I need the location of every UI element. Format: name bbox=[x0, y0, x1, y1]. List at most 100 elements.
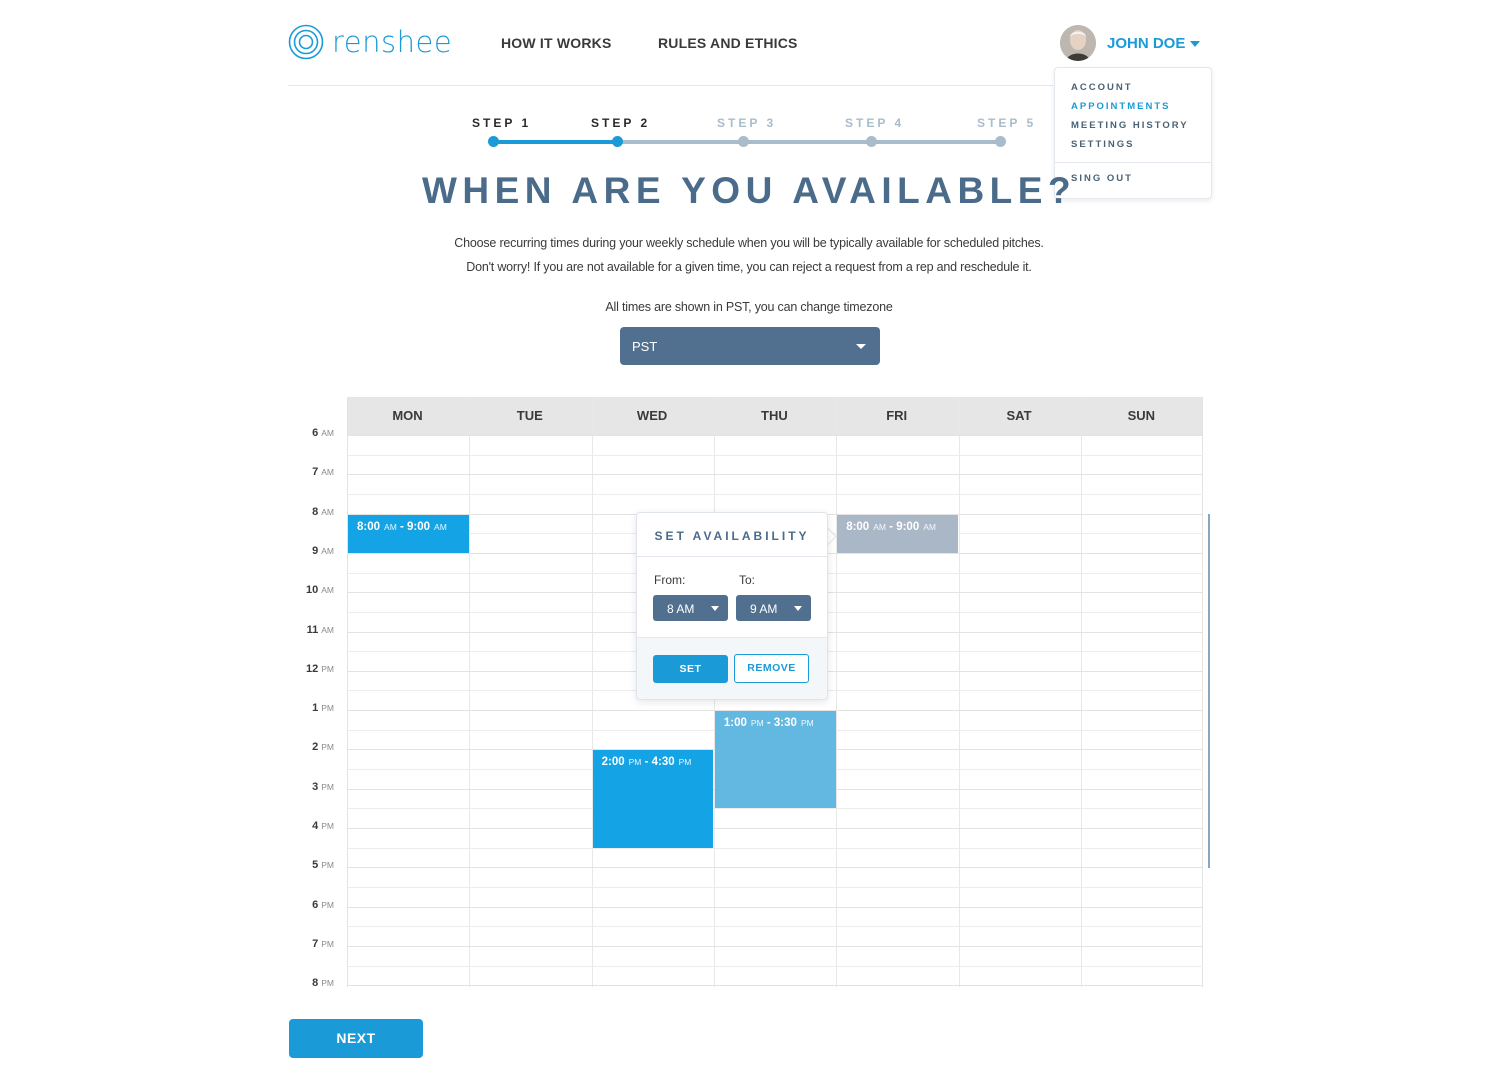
hour-label: 9 AM bbox=[294, 545, 334, 557]
hour-label: 8 AM bbox=[294, 506, 334, 518]
to-value: 9 AM bbox=[750, 602, 778, 616]
availability-block-thu[interactable]: 1:00 PM - 3:30 PM bbox=[714, 711, 836, 809]
to-select[interactable]: 9 AM bbox=[736, 595, 811, 621]
grid-row-line bbox=[347, 454, 1203, 456]
set-button[interactable]: SET bbox=[653, 655, 728, 683]
to-label: To: bbox=[739, 573, 756, 587]
hour-number: 6 bbox=[312, 427, 319, 439]
event-start: 2:00 bbox=[601, 756, 625, 769]
user-name[interactable]: JOHN DOE bbox=[1107, 35, 1185, 52]
event-end: 3:30 bbox=[773, 717, 797, 730]
hour-number: 4 bbox=[312, 820, 319, 832]
step-5-label: STEP 5 bbox=[977, 116, 1037, 130]
hour-number: 9 bbox=[312, 544, 319, 557]
nav-rules-and-ethics[interactable]: RULES AND ETHICS bbox=[658, 35, 798, 51]
menu-item-account[interactable]: ACCOUNT bbox=[1071, 82, 1133, 93]
avatar[interactable] bbox=[1060, 25, 1096, 61]
popover-divider bbox=[637, 556, 827, 557]
hour-number: 11 bbox=[306, 623, 319, 636]
event-start: 8:00 bbox=[846, 520, 870, 533]
hour-label: 12 PM bbox=[294, 663, 334, 675]
hour-number: 1 bbox=[312, 702, 319, 715]
menu-item-appointments[interactable]: APPOINTMENTS bbox=[1071, 101, 1170, 112]
event-end-period: PM bbox=[678, 757, 692, 768]
from-label: From: bbox=[654, 573, 686, 587]
event-end: 4:30 bbox=[651, 756, 675, 769]
popover-footer: SET REMOVE bbox=[637, 637, 827, 699]
grid-row-line bbox=[347, 828, 1203, 829]
grid-row-line bbox=[347, 493, 1203, 495]
hour-label: 2 PM bbox=[294, 741, 334, 753]
grid-column-line bbox=[1202, 397, 1203, 987]
availability-time: 8:00 AM - 9:00 AM bbox=[357, 521, 447, 533]
availability-block-mon[interactable]: 8:00 AM - 9:00 AM bbox=[348, 514, 469, 553]
from-select[interactable]: 8 AM bbox=[653, 595, 728, 621]
hour-period: PM bbox=[321, 860, 334, 871]
set-availability-popover: SET AVAILABILITY From: To: 8 AM 9 AM SET… bbox=[636, 512, 828, 700]
grid-column-line bbox=[836, 397, 838, 987]
grid-row-line bbox=[347, 945, 1203, 947]
availability-block-wed[interactable]: 2:00 PM - 4:30 PM bbox=[592, 750, 714, 848]
grid-row-line bbox=[347, 926, 1203, 928]
grid-column-line bbox=[958, 397, 960, 987]
day-header-mon: MON bbox=[392, 408, 423, 423]
calendar-header: MON TUE WED THU FRI SAT SUN bbox=[347, 397, 1203, 435]
event-start-period: AM bbox=[873, 521, 886, 532]
chevron-down-icon bbox=[856, 344, 866, 349]
logo-rings-icon bbox=[288, 24, 324, 60]
grid-row-line bbox=[347, 906, 1203, 908]
event-start-period: AM bbox=[384, 521, 397, 532]
menu-item-meeting-history[interactable]: MEETING HISTORY bbox=[1071, 120, 1189, 131]
chevron-down-icon[interactable] bbox=[1190, 41, 1200, 47]
hour-label: 3 PM bbox=[294, 781, 334, 793]
grid-row-line bbox=[347, 886, 1203, 888]
step-4-dot bbox=[866, 136, 877, 147]
hour-label: 6 AM bbox=[294, 427, 334, 439]
hour-period: PM bbox=[321, 781, 334, 792]
description-line-1: Choose recurring times during your weekl… bbox=[454, 236, 1044, 250]
step-2-label: STEP 2 bbox=[591, 116, 651, 130]
chevron-down-icon bbox=[711, 606, 719, 611]
header-divider bbox=[288, 85, 1053, 86]
timezone-note: All times are shown in PST, you can chan… bbox=[605, 300, 893, 314]
hour-label: 5 PM bbox=[294, 859, 334, 871]
grid-row-line bbox=[347, 435, 1203, 436]
hour-label: 11 AM bbox=[294, 624, 334, 636]
remove-button[interactable]: REMOVE bbox=[734, 654, 809, 683]
avatar-image bbox=[1060, 25, 1096, 61]
hour-period: PM bbox=[321, 663, 334, 674]
event-separator: - bbox=[396, 520, 408, 533]
hour-label: 7 AM bbox=[294, 466, 334, 478]
availability-block-fri[interactable]: 8:00 AM - 9:00 AM bbox=[837, 514, 958, 553]
availability-time: 8:00 AM - 9:00 AM bbox=[846, 521, 936, 533]
grid-row-line bbox=[347, 965, 1203, 967]
hour-period: AM bbox=[321, 506, 334, 517]
hour-label: 1 PM bbox=[294, 702, 334, 714]
logo-text: renshee bbox=[332, 25, 453, 59]
grid-row-line bbox=[347, 867, 1203, 869]
grid-row-line bbox=[347, 847, 1203, 849]
hour-number: 8 bbox=[312, 977, 319, 990]
popover-title: SET AVAILABILITY bbox=[654, 529, 810, 543]
step-5-dot bbox=[995, 136, 1006, 147]
availability-time: 2:00 PM - 4:30 PM bbox=[602, 756, 692, 768]
grid-column-line bbox=[469, 397, 471, 987]
hour-period: AM bbox=[321, 428, 334, 438]
nav-how-it-works[interactable]: HOW IT WORKS bbox=[501, 35, 612, 51]
next-button[interactable]: NEXT bbox=[289, 1019, 423, 1058]
timezone-select[interactable]: PST bbox=[620, 327, 880, 365]
from-value: 8 AM bbox=[667, 602, 695, 616]
event-end-period: AM bbox=[434, 521, 447, 532]
menu-item-settings[interactable]: SETTINGS bbox=[1071, 139, 1135, 150]
hour-number: 7 bbox=[312, 937, 319, 950]
hour-label: 4 PM bbox=[294, 820, 334, 832]
event-end: 9:00 bbox=[896, 520, 920, 533]
event-start: 1:00 bbox=[723, 717, 747, 730]
hour-period: AM bbox=[321, 585, 334, 596]
hour-period: PM bbox=[321, 978, 334, 989]
event-separator: - bbox=[885, 520, 897, 533]
logo[interactable]: renshee bbox=[288, 22, 452, 62]
grid-row-line bbox=[347, 808, 1203, 810]
hour-label: 10 AM bbox=[294, 584, 334, 596]
calendar-scrollbar[interactable] bbox=[1208, 514, 1210, 868]
